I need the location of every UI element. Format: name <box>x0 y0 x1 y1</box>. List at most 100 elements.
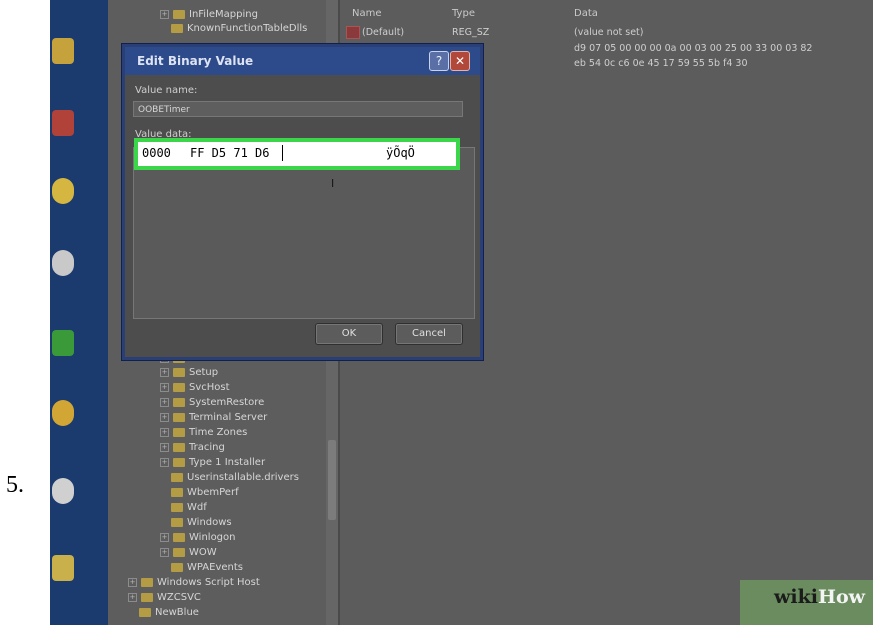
folder-icon <box>173 548 185 557</box>
tree-item[interactable]: Windows <box>171 516 232 529</box>
tree-item-label: InFileMapping <box>189 9 258 20</box>
folder-icon <box>141 593 153 602</box>
tree-item[interactable]: Userinstallable.drivers <box>171 471 299 484</box>
expand-icon[interactable]: + <box>160 443 169 452</box>
tree-item[interactable]: WPAEvents <box>171 561 243 574</box>
desktop-icon[interactable] <box>52 250 74 276</box>
ok-button[interactable]: OK <box>315 323 383 345</box>
tree-scrollbar-thumb[interactable] <box>328 440 336 520</box>
tree-item[interactable]: + WOW <box>160 546 217 559</box>
tree-item[interactable]: KnownFunctionTableDlls <box>171 22 307 35</box>
tree-item[interactable]: Wdf <box>171 501 207 514</box>
folder-icon <box>173 443 185 452</box>
tree-item-label: NewBlue <box>155 607 199 618</box>
folder-icon <box>171 518 183 527</box>
folder-icon <box>173 398 185 407</box>
column-header-data[interactable]: Data <box>574 8 598 19</box>
value-type: REG_SZ <box>452 27 490 38</box>
close-button[interactable]: ✕ <box>450 51 470 71</box>
tree-item[interactable]: + Time Zones <box>160 426 247 439</box>
tree-item-label: WPAEvents <box>187 562 243 573</box>
folder-icon <box>171 24 183 33</box>
value-data-editor[interactable] <box>133 147 475 319</box>
folder-icon <box>171 488 183 497</box>
tree-item-label: Winlogon <box>189 532 236 543</box>
expand-icon[interactable]: + <box>160 533 169 542</box>
tree-item[interactable]: + SvcHost <box>160 381 230 394</box>
folder-icon <box>171 473 183 482</box>
expand-icon[interactable]: + <box>160 383 169 392</box>
expand-icon[interactable]: + <box>160 368 169 377</box>
folder-icon <box>173 533 185 542</box>
tree-item-label: Userinstallable.drivers <box>187 472 299 483</box>
tree-item-label: Type 1 Installer <box>189 457 266 468</box>
dialog-titlebar[interactable]: Edit Binary Value ? ✕ <box>125 47 480 75</box>
hex-bytes[interactable]: FF D5 71 D6 <box>190 146 269 160</box>
desktop-icon[interactable] <box>52 555 74 581</box>
tree-item[interactable]: NewBlue <box>139 606 199 619</box>
expand-icon[interactable]: + <box>160 428 169 437</box>
tree-item-label: Wdf <box>187 502 207 513</box>
desktop-icon[interactable] <box>52 478 74 504</box>
folder-icon <box>173 458 185 467</box>
expand-icon[interactable]: + <box>160 398 169 407</box>
tree-item[interactable]: + Windows Script Host <box>128 576 260 589</box>
value-data: (value not set) <box>574 27 644 38</box>
folder-icon <box>173 383 185 392</box>
wikihow-watermark: wikiHow <box>740 580 873 625</box>
string-value-icon <box>346 26 360 39</box>
tree-item-label: Windows <box>187 517 232 528</box>
tree-item[interactable]: + InFileMapping <box>160 8 258 21</box>
desktop-icon[interactable] <box>52 38 74 64</box>
tree-item[interactable]: + Tracing <box>160 441 225 454</box>
text-caret <box>282 145 283 161</box>
desktop-icon[interactable] <box>52 330 74 356</box>
expand-icon[interactable]: + <box>160 458 169 467</box>
tree-item-label: Windows Script Host <box>157 577 260 588</box>
tree-item-label: WOW <box>189 547 217 558</box>
column-header-name[interactable]: Name <box>352 8 382 19</box>
tree-item[interactable]: + Setup <box>160 366 218 379</box>
folder-icon <box>139 608 151 617</box>
folder-icon <box>173 413 185 422</box>
value-data: d9 07 05 00 00 00 0a 00 03 00 25 00 33 0… <box>574 43 813 54</box>
help-button[interactable]: ? <box>429 51 449 71</box>
edit-binary-value-dialog: Edit Binary Value ? ✕ Value name: OOBETi… <box>122 44 483 360</box>
registry-editor-screenshot: + InFileMapping KnownFunctionTableDlls + S… <box>50 0 873 625</box>
column-header-type[interactable]: Type <box>452 8 475 19</box>
cancel-button[interactable]: Cancel <box>395 323 463 345</box>
value-name-field[interactable]: OOBETimer <box>133 101 463 117</box>
folder-icon <box>171 563 183 572</box>
folder-icon <box>173 428 185 437</box>
tree-item-label: WZCSVC <box>157 592 201 603</box>
tree-item[interactable]: + SystemRestore <box>160 396 264 409</box>
step-number: 5. <box>6 472 24 498</box>
folder-icon <box>173 10 185 19</box>
expand-icon[interactable]: + <box>128 593 137 602</box>
desktop-icon[interactable] <box>52 110 74 136</box>
value-name[interactable]: (Default) <box>362 27 404 38</box>
value-name-label: Value name: <box>135 85 198 96</box>
tree-item[interactable]: + Terminal Server <box>160 411 267 424</box>
hex-ascii[interactable]: ÿÕqÖ <box>386 146 415 160</box>
expand-icon[interactable]: + <box>160 548 169 557</box>
tree-item[interactable]: + Type 1 Installer <box>160 456 265 469</box>
expand-icon[interactable]: + <box>160 10 169 19</box>
wikihow-logo: wikiHow <box>774 586 865 608</box>
hex-editor-row-highlighted[interactable]: 0000 FF D5 71 D6 ÿÕqÖ <box>134 138 460 170</box>
expand-icon[interactable]: + <box>160 413 169 422</box>
folder-icon <box>141 578 153 587</box>
tree-item-label: SvcHost <box>189 382 230 393</box>
tree-item[interactable]: + WZCSVC <box>128 591 201 604</box>
tree-item[interactable]: + Winlogon <box>160 531 235 544</box>
folder-icon <box>171 503 183 512</box>
desktop-icon[interactable] <box>52 178 74 204</box>
ibeam-cursor-icon: I <box>331 177 335 190</box>
dialog-title: Edit Binary Value <box>137 54 254 68</box>
folder-icon <box>173 368 185 377</box>
tree-item-label: SystemRestore <box>189 397 265 408</box>
tree-item[interactable]: WbemPerf <box>171 486 239 499</box>
tree-item-label: Terminal Server <box>189 412 268 423</box>
desktop-icon[interactable] <box>52 400 74 426</box>
expand-icon[interactable]: + <box>128 578 137 587</box>
